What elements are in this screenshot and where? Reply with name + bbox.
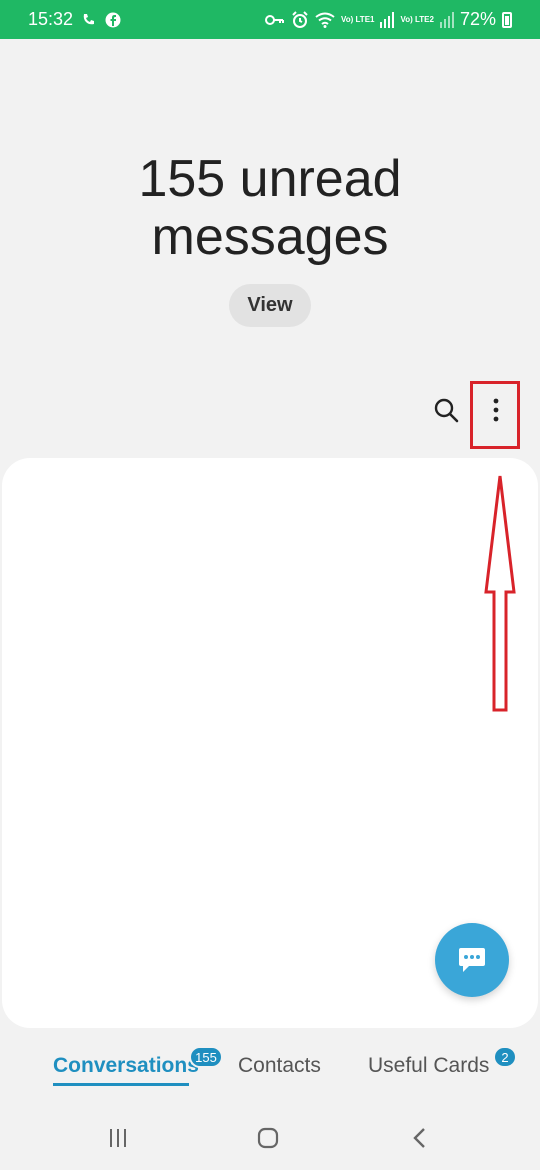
view-button[interactable]: View	[229, 284, 311, 327]
wifi-icon	[315, 12, 335, 28]
back-icon[interactable]	[405, 1124, 435, 1152]
tab-contacts[interactable]: Contacts	[238, 1054, 321, 1078]
tab-conversations[interactable]: Conversations	[53, 1054, 199, 1078]
highlight-box	[470, 381, 520, 449]
signal-icon	[439, 11, 454, 28]
chat-bubble-icon	[459, 948, 485, 972]
tab-useful-cards[interactable]: Useful Cards	[368, 1054, 489, 1078]
compose-message-button[interactable]	[435, 923, 509, 997]
unread-heading: 155 unread messages	[0, 150, 540, 266]
unread-count-line: 155 unread	[138, 150, 402, 208]
status-time: 15:32	[28, 9, 74, 29]
search-icon[interactable]	[428, 392, 464, 428]
recents-icon[interactable]	[103, 1124, 133, 1152]
vpn-key-icon	[265, 13, 285, 27]
call-forward-icon	[81, 12, 97, 28]
status-bar: 15:32 Vo) LTE1 Vo) LTE2 72%	[0, 0, 540, 39]
lte2-label: Vo) LTE2	[400, 14, 434, 24]
status-left: 15:32	[28, 9, 121, 30]
arrow-up-icon	[484, 475, 516, 712]
useful-cards-badge: 2	[493, 1046, 517, 1068]
battery-percent: 72%	[459, 9, 496, 29]
active-tab-indicator	[53, 1083, 189, 1086]
signal-icon	[380, 11, 395, 28]
bottom-tabs: Conversations 155 Contacts Useful Cards …	[0, 1046, 540, 1096]
facebook-icon	[105, 12, 121, 28]
battery-icon	[502, 11, 512, 28]
conversations-badge: 155	[189, 1046, 223, 1068]
unread-messages-line: messages	[151, 208, 389, 266]
alarm-icon	[291, 10, 309, 29]
home-icon[interactable]	[253, 1124, 283, 1152]
system-navigation-bar	[0, 1110, 540, 1166]
status-right: Vo) LTE1 Vo) LTE2 72%	[265, 9, 512, 30]
lte1-label: Vo) LTE1	[341, 14, 375, 24]
